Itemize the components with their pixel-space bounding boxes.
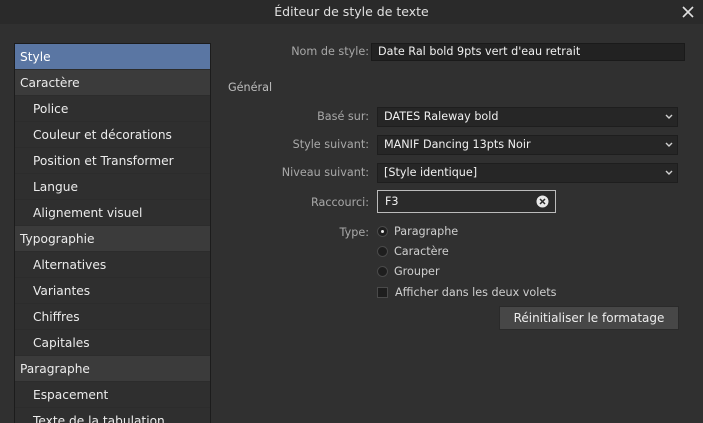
based-on-label: Basé sur:: [317, 110, 369, 123]
show-both-panels-checkbox[interactable]: Afficher dans les deux volets: [377, 285, 556, 301]
shortcut-field[interactable]: F3: [377, 190, 556, 213]
style-name-label: Nom de style:: [291, 45, 369, 58]
next-style-dropdown[interactable]: MANIF Dancing 13pts Noir: [377, 135, 678, 155]
reset-formatting-button[interactable]: Réinitialiser le formatage: [499, 306, 679, 330]
type-option-label: Caractère: [394, 245, 449, 258]
next-style-label: Style suivant:: [292, 138, 369, 151]
style-name-input[interactable]: Date Ral bold 9pts vert d'eau retrait: [371, 43, 685, 61]
next-level-label: Niveau suivant:: [281, 166, 369, 179]
next-level-value: [Style identique]: [384, 166, 478, 179]
sidebar-item-paragraphe[interactable]: Paragraphe: [15, 356, 210, 382]
chevron-down-icon: [665, 170, 673, 175]
type-label: Type:: [339, 226, 369, 239]
close-icon[interactable]: [680, 4, 696, 20]
sidebar-item-texte-de-la-tabulation[interactable]: Texte de la tabulation: [15, 408, 210, 423]
checkbox-box: [377, 287, 388, 298]
radio-indicator: [377, 226, 388, 237]
sidebar-item-chiffres[interactable]: Chiffres: [15, 304, 210, 330]
type-option-label: Paragraphe: [394, 225, 459, 238]
sidebar-item-alternatives[interactable]: Alternatives: [15, 252, 210, 278]
sidebar-item-variantes[interactable]: Variantes: [15, 278, 210, 304]
radio-indicator: [377, 266, 388, 277]
window-title: Éditeur de style de texte: [274, 4, 429, 19]
based-on-value: DATES Raleway bold: [384, 110, 499, 123]
next-level-dropdown[interactable]: [Style identique]: [377, 163, 678, 183]
chevron-down-icon: [665, 114, 673, 119]
type-option-label: Grouper: [394, 265, 440, 278]
title-bar: Éditeur de style de texte: [0, 0, 703, 24]
next-style-value: MANIF Dancing 13pts Noir: [384, 138, 531, 151]
section-general-title: Général: [228, 81, 273, 94]
sidebar-item-espacement[interactable]: Espacement: [15, 382, 210, 408]
based-on-dropdown[interactable]: DATES Raleway bold: [377, 107, 678, 127]
sidebar-item-caractere[interactable]: Caractère: [15, 70, 210, 96]
type-radio-character[interactable]: Caractère: [377, 244, 449, 260]
type-radio-paragraph[interactable]: Paragraphe: [377, 224, 458, 240]
radio-indicator: [377, 246, 388, 257]
shortcut-label: Raccourci:: [310, 196, 369, 209]
shortcut-value: F3: [385, 195, 399, 208]
type-radio-group[interactable]: Grouper: [377, 264, 440, 280]
chevron-down-icon: [665, 142, 673, 147]
show-both-panels-label: Afficher dans les deux volets: [395, 286, 557, 299]
sidebar-item-capitales[interactable]: Capitales: [15, 330, 210, 356]
clear-shortcut-icon[interactable]: [536, 195, 549, 208]
